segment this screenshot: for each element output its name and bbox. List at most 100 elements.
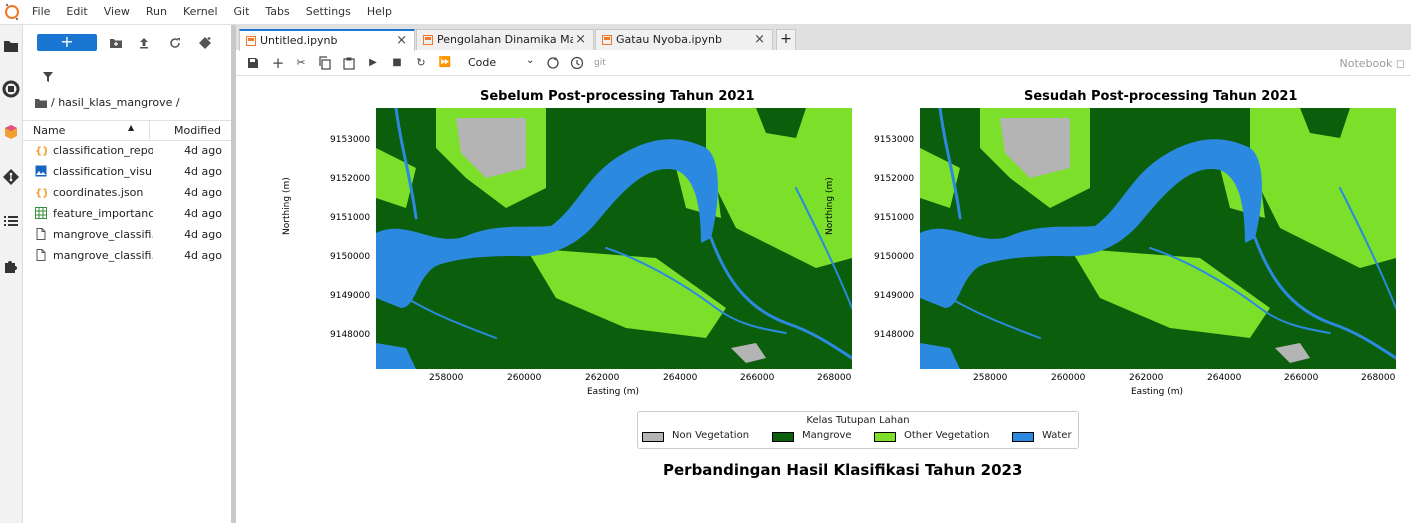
json-icon: {} [35,144,49,157]
legend-label: Mangrove [802,430,852,441]
folder-icon[interactable] [2,37,20,55]
left-xlabel: Easting (m) [587,387,639,397]
file-row[interactable]: feature_importanc... 4d ago [23,203,231,224]
menu-git[interactable]: Git [226,0,258,24]
x-tick-label: 266000 [1284,373,1319,383]
file-modified: 4d ago [184,144,222,157]
x-tick-label: 264000 [1207,373,1242,383]
puzzle-extension-icon[interactable] [2,257,20,275]
close-tab-icon[interactable]: × [396,33,407,48]
kernel-status-icon: ◻ [1395,57,1405,70]
modified-column-header[interactable]: Modified [174,124,221,137]
svg-text:{}: {} [35,146,47,156]
notebook-kernel-label[interactable]: Notebook ◻ [1340,57,1406,70]
file-icon [35,228,47,240]
stop-icon[interactable]: ■ [390,56,404,70]
menu-tabs[interactable]: Tabs [257,0,297,24]
y-tick-label: 9152000 [330,174,371,184]
insert-cell-icon[interactable]: + [271,56,285,71]
file-row[interactable]: {} coordinates.json 4d ago [23,182,231,203]
close-tab-icon[interactable]: × [575,32,586,47]
menu-run[interactable]: Run [138,0,175,24]
copy-icon[interactable] [318,56,332,70]
x-tick-label: 266000 [740,373,775,383]
legend-swatch [1012,432,1034,442]
y-tick-label: 9151000 [874,213,915,223]
file-row[interactable]: mangrove_classifi... 4d ago [23,245,231,266]
home-folder-icon[interactable] [35,98,47,108]
menu-help[interactable]: Help [359,0,400,24]
run-all-icon[interactable]: ⏩ [438,56,452,70]
file-modified: 4d ago [184,228,222,241]
tab-bar: Untitled.ipynb × Pengolahan Dinamika Man… [236,25,1411,51]
menu-kernel[interactable]: Kernel [175,0,226,24]
menu-settings[interactable]: Settings [298,0,359,24]
upload-icon[interactable] [137,36,151,50]
sort-ascending-icon[interactable]: ▲ [128,123,134,132]
cell-type-value: Code [468,56,497,69]
tab-label: Untitled.ipynb [260,34,338,47]
legend-label: Other Vegetation [904,430,990,441]
run-icon[interactable]: ▶ [366,56,380,70]
y-tick-label: 9150000 [874,252,915,262]
kernel-refresh-icon[interactable] [546,56,560,70]
image-icon [35,165,47,177]
x-tick-label: 260000 [1051,373,1086,383]
name-column-header[interactable]: Name [33,124,65,137]
tab-pengolahan[interactable]: Pengolahan Dinamika Mangr × [416,29,594,50]
file-browser: + / hasil_klas_mangrove / Name ▲ Modifie… [23,25,236,523]
tab-label: Gatau Nyoba.ipynb [616,33,722,46]
menu-bar: File Edit View Run Kernel Git Tabs Settings Help [0,0,1411,25]
running-icon[interactable] [2,80,20,98]
close-tab-icon[interactable]: × [754,32,765,47]
svg-text:{}: {} [35,188,47,198]
save-icon[interactable] [246,56,260,70]
left-plot-title: Sebelum Post-processing Tahun 2021 [480,89,755,104]
new-folder-icon[interactable] [109,36,123,50]
chevron-down-icon: ⌄ [526,55,535,66]
right-ylabel: Northing (m) [825,177,835,235]
tab-label: Pengolahan Dinamika Mangr [437,33,573,46]
new-launcher-button[interactable]: + [37,34,97,51]
breadcrumb-path[interactable]: / hasil_klas_mangrove / [51,96,180,109]
tab-untitled[interactable]: Untitled.ipynb × [239,29,415,51]
legend-swatch [642,432,664,442]
clock-icon[interactable] [570,56,584,70]
file-row[interactable]: classification_visu... 4d ago [23,161,231,182]
cut-icon[interactable]: ✂ [294,56,308,70]
y-tick-label: 9149000 [330,291,371,301]
right-classification-map [920,108,1396,369]
right-plot-title: Sesudah Post-processing Tahun 2021 [1024,89,1298,104]
file-row[interactable]: mangrove_classifi... 4d ago [23,224,231,245]
legend: Kelas Tutupan Lahan Non Vegetation Mangro… [637,411,1079,449]
git-icon[interactable] [2,168,20,186]
file-row[interactable]: {} classification_repo... 4d ago [23,140,231,161]
filter-icon[interactable] [41,70,55,84]
new-tab-button[interactable]: + [776,29,796,50]
x-tick-label: 262000 [585,373,620,383]
legend-title: Kelas Tutupan Lahan [806,415,910,426]
x-tick-label: 264000 [663,373,698,383]
y-tick-label: 9148000 [874,330,915,340]
menu-file[interactable]: File [24,0,58,24]
restart-icon[interactable]: ↻ [414,56,428,70]
file-modified: 4d ago [184,165,222,178]
extension-cube-icon[interactable] [2,123,20,141]
x-tick-label: 268000 [1361,373,1396,383]
cell-type-select[interactable]: Code ⌄ [468,55,534,69]
x-tick-label: 258000 [973,373,1008,383]
refresh-icon[interactable] [168,36,182,50]
y-tick-label: 9153000 [330,135,371,145]
paste-icon[interactable] [342,56,356,70]
notebook-icon [602,35,612,45]
table-of-contents-icon[interactable] [2,212,20,230]
json-icon: {} [35,186,49,199]
file-name: mangrove_classifi... [53,228,153,241]
menu-view[interactable]: View [96,0,138,24]
git-diff-button[interactable]: git [594,56,606,70]
git-clone-icon[interactable] [198,36,212,50]
tab-gatau-nyoba[interactable]: Gatau Nyoba.ipynb × [595,29,773,50]
x-tick-label: 258000 [429,373,464,383]
file-name: classification_visu... [53,165,153,178]
menu-edit[interactable]: Edit [58,0,95,24]
